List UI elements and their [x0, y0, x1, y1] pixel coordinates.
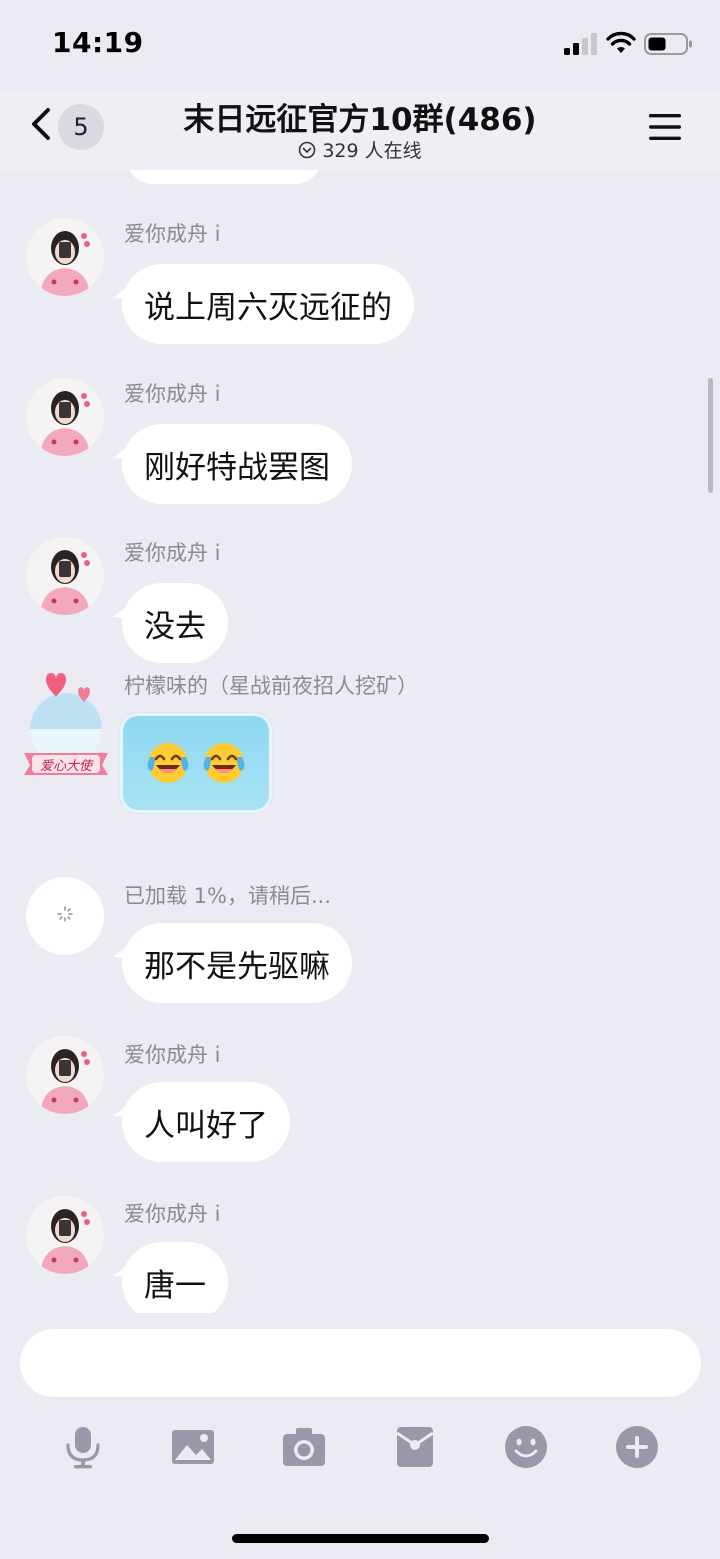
user-avatar[interactable]: [26, 537, 104, 615]
user-avatar[interactable]: [26, 1196, 104, 1274]
girl-portrait-icon: [26, 378, 104, 456]
camera-icon[interactable]: [282, 1425, 326, 1469]
message-bubble[interactable]: 刚好特战罢图: [122, 424, 352, 504]
group-title[interactable]: 末日远征官方10群(486): [0, 94, 720, 139]
message-bubble[interactable]: 没去: [122, 583, 228, 663]
tears-of-joy-emoji: [147, 743, 189, 783]
sender-name[interactable]: 爱你成舟 i: [124, 1039, 221, 1069]
girl-portrait-icon: [26, 1196, 104, 1274]
menu-icon[interactable]: [648, 110, 682, 144]
angel-badge-avatar[interactable]: 爱心大使: [18, 667, 114, 779]
microphone-icon[interactable]: [61, 1425, 105, 1469]
home-indicator[interactable]: [232, 1534, 489, 1543]
avatar-badge-text: 爱心大使: [39, 759, 92, 774]
emoji-sticker-message[interactable]: [120, 713, 272, 813]
sender-name[interactable]: 爱你成舟 i: [124, 378, 221, 408]
chevron-circle-icon: [299, 141, 316, 158]
status-bar: 14:19: [0, 0, 720, 90]
wifi-icon: [606, 31, 636, 53]
sender-name[interactable]: 柠檬味的（星战前夜招人挖矿）: [124, 670, 418, 700]
input-panel: [0, 1313, 720, 1559]
battery-icon: [644, 33, 692, 55]
user-avatar[interactable]: [26, 218, 104, 296]
tears-of-joy-emoji: [203, 743, 245, 783]
sender-name[interactable]: 爱你成舟 i: [124, 537, 221, 567]
sender-name[interactable]: 爱你成舟 i: [124, 1198, 221, 1228]
user-avatar-loading[interactable]: [26, 877, 104, 955]
cellular-signal-icon: [564, 33, 597, 55]
sender-name[interactable]: 已加载 1%，请稍后...: [124, 880, 331, 910]
emoji-icon[interactable]: [504, 1425, 548, 1469]
message-bubble[interactable]: 唐一: [122, 1242, 228, 1313]
red-packet-icon[interactable]: [393, 1425, 437, 1469]
sender-name[interactable]: 爱你成舟 i: [124, 218, 221, 248]
girl-portrait-icon: [26, 537, 104, 615]
image-icon[interactable]: [171, 1425, 215, 1469]
girl-portrait-icon: [26, 1036, 104, 1114]
user-avatar[interactable]: [26, 378, 104, 456]
status-time: 14:19: [52, 26, 144, 59]
message-bubble[interactable]: 人叫好了: [122, 1082, 290, 1162]
message-list[interactable]: 爱你成舟 i 说上周六灭远征的 爱你成舟 i 刚好特战罢图 爱你成舟 i 没去 …: [0, 170, 720, 1313]
plus-icon[interactable]: [615, 1425, 659, 1469]
online-status[interactable]: 329 人在线: [0, 136, 720, 163]
message-input[interactable]: [20, 1329, 701, 1397]
message-bubble-partial[interactable]: [126, 170, 322, 184]
loading-spinner-icon: [57, 906, 73, 922]
user-avatar[interactable]: [26, 1036, 104, 1114]
chat-header: 5 末日远征官方10群(486) 329 人在线: [0, 90, 720, 170]
message-bubble[interactable]: 说上周六灭远征的: [122, 264, 414, 344]
girl-portrait-icon: [26, 218, 104, 296]
online-count-text: 329 人在线: [322, 140, 422, 162]
message-bubble[interactable]: 那不是先驱嘛: [122, 923, 352, 1003]
scrollbar[interactable]: [708, 378, 713, 493]
